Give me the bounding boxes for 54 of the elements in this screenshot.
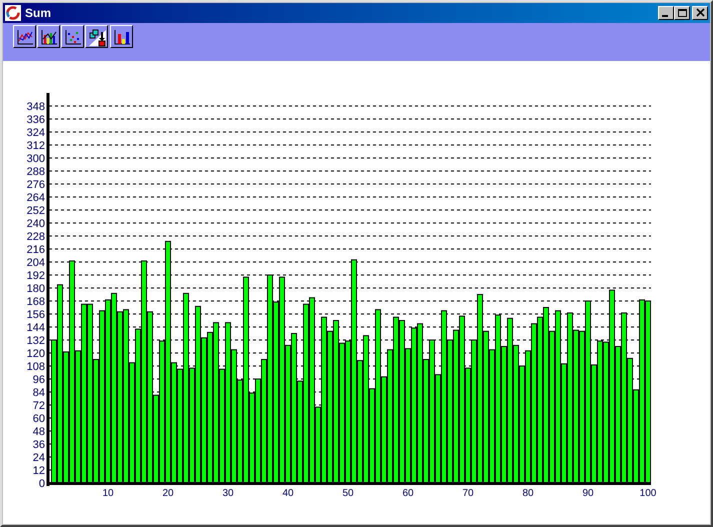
y-tick-label: 24 — [32, 452, 45, 464]
x-tick-label: 40 — [282, 488, 294, 499]
y-tick-label: 228 — [26, 231, 45, 243]
minimize-button[interactable] — [658, 6, 674, 20]
window-title: Sum — [25, 5, 52, 22]
y-tick-label: 252 — [26, 205, 45, 217]
y-tick-label: 72 — [32, 400, 45, 412]
y-tick-label: 36 — [32, 439, 45, 451]
close-button[interactable] — [692, 6, 708, 20]
y-tick-label: 276 — [26, 179, 45, 191]
y-tick-label: 120 — [26, 348, 45, 360]
y-tick-label: 204 — [26, 257, 45, 269]
x-tick-label: 90 — [582, 488, 594, 499]
toolbar-button[interactable] — [85, 25, 108, 48]
y-tick-label: 264 — [26, 192, 45, 204]
y-tick-label: 132 — [26, 335, 45, 347]
y-tick-label: 12 — [32, 465, 45, 477]
y-tick-label: 0 — [38, 478, 45, 490]
y-tick-label: 324 — [26, 127, 45, 139]
toolbar-button[interactable] — [61, 25, 84, 48]
y-tick-label: 144 — [26, 322, 45, 334]
y-tick-label: 348 — [26, 101, 45, 113]
y-tick-label: 300 — [26, 153, 45, 165]
y-tick-label: 336 — [26, 114, 45, 126]
export-icon — [86, 26, 106, 46]
x-tick-label: 10 — [102, 488, 114, 499]
close-icon — [694, 8, 706, 18]
y-tick-label: 108 — [26, 361, 45, 373]
maximize-icon — [676, 8, 688, 18]
y-tick-label: 48 — [32, 426, 45, 438]
x-tick-label: 70 — [462, 488, 474, 499]
y-tick-label: 288 — [26, 166, 45, 178]
y-tick-label: 216 — [26, 244, 45, 256]
y-tick-label: 240 — [26, 218, 45, 230]
x-tick-label: 100 — [640, 488, 656, 499]
y-tick-label: 312 — [26, 140, 45, 152]
x-tick-label: 50 — [342, 488, 354, 499]
toolbar-button[interactable] — [110, 25, 133, 48]
y-tick-label: 84 — [32, 387, 45, 399]
minimize-icon — [662, 15, 668, 17]
maximize-button[interactable] — [674, 6, 690, 20]
y-tick-label: 60 — [32, 413, 45, 425]
y-tick-label: 180 — [26, 283, 45, 295]
toolbar-button[interactable] — [37, 25, 60, 48]
x-tick-label: 30 — [222, 488, 234, 499]
y-tick-label: 192 — [26, 270, 45, 282]
app-icon — [5, 5, 21, 21]
y-tick-label: 168 — [26, 296, 45, 308]
x-tick-label: 60 — [402, 488, 414, 499]
y-tick-label: 156 — [26, 309, 45, 321]
x-tick-label: 80 — [522, 488, 534, 499]
toolbar-button[interactable] — [13, 25, 36, 48]
y-tick-label: 96 — [32, 374, 45, 386]
x-tick-label: 20 — [162, 488, 174, 499]
